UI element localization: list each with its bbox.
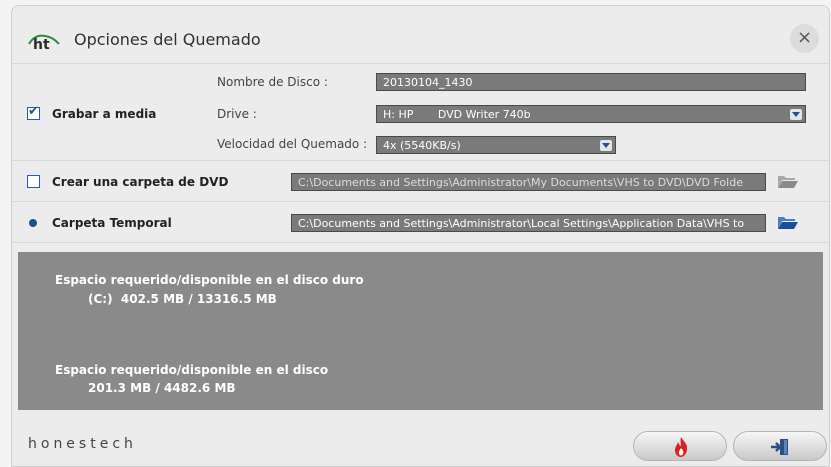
- speed-select[interactable]: 4x (5540KB/s): [376, 136, 616, 154]
- exit-icon: [771, 439, 788, 455]
- drive-select[interactable]: H: HP DVD Writer 740b: [376, 105, 806, 123]
- temp-folder-path-input[interactable]: C:\Documents and Settings\Administrator\…: [291, 214, 766, 232]
- chevron-down-icon: [790, 109, 802, 120]
- temp-folder-label: Carpeta Temporal: [52, 216, 172, 230]
- burn-button[interactable]: [633, 431, 727, 461]
- burn-media-label: Grabar a media: [52, 107, 157, 121]
- dvd-folder-label: Crear una carpeta de DVD: [52, 175, 229, 189]
- dvd-folder-path-input[interactable]: C:\Documents and Settings\Administrator\…: [291, 173, 766, 191]
- title-bar: ht Opciones del Quemado ×: [12, 6, 829, 64]
- drive-label: Drive :: [217, 107, 257, 121]
- temp-folder-bullet-icon: [29, 219, 37, 227]
- temp-folder-section: Carpeta Temporal C:\Documents and Settin…: [12, 202, 829, 243]
- burn-media-checkbox[interactable]: [27, 104, 40, 120]
- folder-open-icon[interactable]: [777, 173, 799, 189]
- drive-select-value: H: HP DVD Writer 740b: [383, 108, 531, 121]
- hdd-space-title: Espacio requerido/disponible en el disco…: [55, 273, 364, 287]
- folder-open-icon[interactable]: [777, 214, 799, 230]
- speed-label: Velocidad del Quemado :: [217, 137, 368, 151]
- brand-label: honestech: [28, 436, 137, 452]
- svg-text:ht: ht: [33, 37, 50, 50]
- burn-section: Grabar a media Nombre de Disco : 2013010…: [12, 64, 829, 161]
- disc-space-value: 201.3 MB / 4482.6 MB: [88, 381, 236, 395]
- space-info-panel: Espacio requerido/disponible en el disco…: [18, 252, 823, 410]
- hdd-space-value: (C:) 402.5 MB / 13316.5 MB: [88, 292, 277, 306]
- disc-name-label: Nombre de Disco :: [217, 75, 328, 89]
- chevron-down-icon: [600, 140, 612, 151]
- ht-logo-icon: ht: [28, 34, 60, 50]
- speed-select-value: 4x (5540KB/s): [383, 139, 461, 152]
- dvd-folder-checkbox[interactable]: [27, 175, 40, 188]
- window-title: Opciones del Quemado: [74, 30, 261, 49]
- fire-icon: [675, 437, 688, 457]
- exit-button[interactable]: [733, 431, 827, 461]
- close-icon: ×: [796, 27, 813, 48]
- close-button[interactable]: ×: [790, 24, 819, 53]
- disc-name-input[interactable]: 20130104_1430: [376, 73, 806, 91]
- burn-options-window: ht Opciones del Quemado × Grabar a media…: [11, 5, 830, 467]
- disc-space-title: Espacio requerido/disponible en el disco: [55, 363, 329, 377]
- dvd-folder-section: Crear una carpeta de DVD C:\Documents an…: [12, 161, 829, 202]
